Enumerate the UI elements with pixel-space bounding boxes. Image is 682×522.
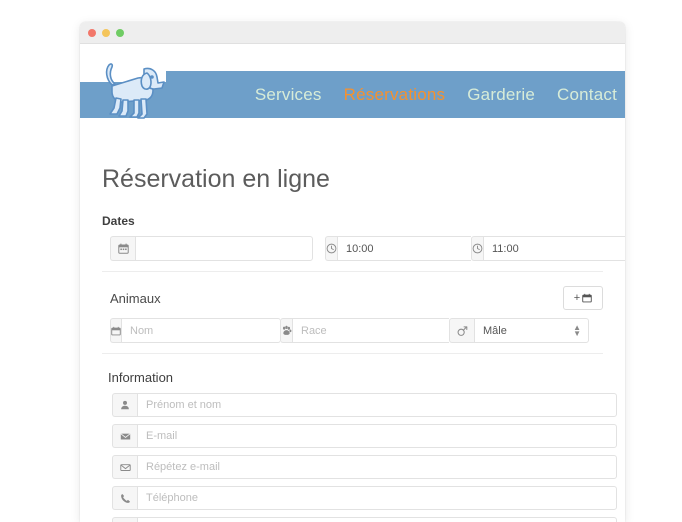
animaux-section-label: Animaux bbox=[110, 290, 161, 306]
main-navigation: Services Réservations Garderie Contact bbox=[166, 71, 625, 118]
divider-animaux bbox=[102, 353, 603, 354]
user-icon bbox=[112, 393, 137, 417]
clock-icon bbox=[325, 236, 337, 261]
fullname-input[interactable] bbox=[137, 393, 617, 417]
time-end-input[interactable] bbox=[483, 236, 625, 261]
paw-icon bbox=[280, 318, 292, 343]
email-input[interactable] bbox=[137, 424, 617, 448]
animaux-header: Animaux + bbox=[102, 286, 603, 310]
animal-breed-input[interactable] bbox=[292, 318, 452, 343]
browser-titlebar bbox=[80, 22, 625, 44]
close-window-button[interactable] bbox=[88, 28, 96, 37]
nav-item-contact[interactable]: Contact bbox=[557, 85, 617, 105]
divider-dates bbox=[102, 271, 603, 272]
add-animal-button[interactable]: + bbox=[563, 286, 603, 310]
animal-name-field[interactable] bbox=[110, 318, 281, 343]
nav-item-garderie[interactable]: Garderie bbox=[467, 85, 535, 105]
page-title: Réservation en ligne bbox=[102, 165, 330, 193]
dates-section-label: Dates bbox=[102, 214, 135, 228]
date-field[interactable] bbox=[110, 236, 313, 261]
logo-eye bbox=[150, 75, 154, 79]
page-body: Réservation en ligne Dates 10:00 11:00 A… bbox=[80, 165, 625, 522]
animal-name-input[interactable] bbox=[121, 318, 281, 343]
animal-gender-select[interactable]: Mâle Femelle bbox=[474, 318, 589, 343]
envelope-open-icon bbox=[112, 455, 137, 479]
calendar-icon bbox=[110, 236, 135, 261]
time-end-field[interactable] bbox=[471, 236, 625, 261]
clock-icon bbox=[471, 236, 483, 261]
animal-breed-field[interactable] bbox=[280, 318, 452, 343]
gender-icon bbox=[449, 318, 474, 343]
email-repeat-input[interactable] bbox=[137, 455, 617, 479]
date-input[interactable] bbox=[135, 236, 313, 261]
pet-icon bbox=[110, 318, 121, 343]
animaux-row: Mâle Femelle ▲▼ bbox=[110, 318, 603, 343]
minimize-window-button[interactable] bbox=[102, 28, 110, 37]
nav-item-reservations[interactable]: Réservations bbox=[344, 85, 446, 105]
add-pet-icon bbox=[582, 293, 592, 303]
dates-row bbox=[110, 236, 625, 261]
email-repeat-field[interactable] bbox=[112, 455, 617, 479]
dog-logo[interactable] bbox=[92, 52, 170, 130]
envelope-icon bbox=[112, 424, 137, 448]
phone-input[interactable] bbox=[137, 486, 617, 510]
time-start-field[interactable] bbox=[325, 236, 497, 261]
animal-gender-field[interactable]: Mâle Femelle ▲▼ bbox=[449, 318, 589, 343]
fullname-field[interactable] bbox=[112, 393, 617, 417]
email-field[interactable] bbox=[112, 424, 617, 448]
maximize-window-button[interactable] bbox=[116, 28, 124, 37]
plus-icon: + bbox=[573, 292, 581, 304]
phone-icon bbox=[112, 486, 137, 510]
animal-gender-select-wrap[interactable]: Mâle Femelle ▲▼ bbox=[474, 318, 589, 343]
site-header: Services Réservations Garderie Contact bbox=[80, 44, 625, 131]
phone-field[interactable] bbox=[112, 486, 617, 510]
nav-item-services[interactable]: Services bbox=[255, 85, 322, 105]
browser-window: Services Réservations Garderie Contact R… bbox=[80, 22, 625, 522]
information-section-label: Information bbox=[108, 370, 174, 385]
